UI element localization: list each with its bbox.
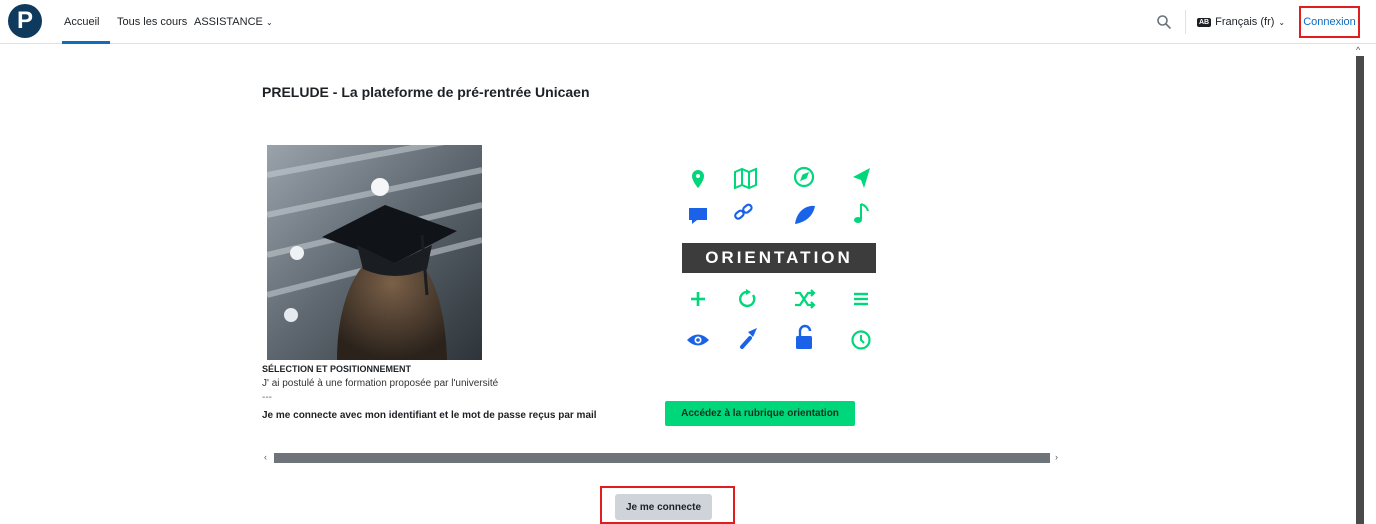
- nav-active-indicator: [62, 41, 110, 44]
- chevron-down-icon: ⌄: [1278, 17, 1286, 27]
- login-link[interactable]: Connexion: [1299, 6, 1360, 38]
- leaf-icon: [795, 205, 815, 224]
- eye-icon: [687, 334, 709, 346]
- plus-icon: [691, 292, 705, 306]
- caption-title: SÉLECTION ET POSITIONNEMENT: [262, 364, 412, 374]
- location-arrow-icon: [853, 168, 870, 188]
- orientation-button[interactable]: Accédez à la rubrique orientation: [665, 401, 855, 426]
- caption-separator: ---: [262, 392, 272, 403]
- flashlight-icon: [740, 328, 757, 349]
- link-icon: [734, 203, 753, 220]
- search-icon[interactable]: [1156, 14, 1172, 30]
- language-icon: AB: [1197, 17, 1212, 27]
- shuffle-icon: [795, 289, 816, 309]
- login-button[interactable]: Je me connecte: [615, 494, 712, 520]
- scroll-right-arrow-icon[interactable]: ›: [1055, 452, 1058, 462]
- scroll-left-arrow-icon[interactable]: ‹: [264, 452, 267, 462]
- scrollbar-thumb[interactable]: [1356, 56, 1364, 524]
- caption-connect-instructions: Je me connecte avec mon identifiant et l…: [262, 410, 597, 421]
- comment-icon: [689, 208, 707, 224]
- refresh-icon: [739, 289, 756, 308]
- nav-assistance-label: ASSISTANCE: [194, 16, 263, 28]
- language-label: Français (fr): [1215, 16, 1275, 28]
- caption-text: J' ai postulé à une formation proposée p…: [262, 378, 499, 389]
- horizontal-scrollbar[interactable]: [274, 453, 1050, 463]
- music-icon: [854, 203, 869, 223]
- nav-tous-les-cours[interactable]: Tous les cours: [117, 16, 187, 28]
- language-selector[interactable]: AB Français (fr) ⌄: [1197, 16, 1285, 28]
- unlock-icon: [796, 324, 812, 349]
- top-navbar: P Accueil Tous les cours ASSISTANCE ⌄ AB…: [0, 0, 1376, 44]
- bars-icon: [854, 292, 868, 306]
- compass-icon: [793, 166, 815, 188]
- chevron-down-icon: ⌄: [265, 18, 273, 27]
- map-marker-icon: [692, 170, 704, 188]
- page-title: PRELUDE - La plateforme de pré-rentrée U…: [262, 84, 590, 100]
- nav-accueil[interactable]: Accueil: [64, 16, 99, 28]
- navbar-divider: [1185, 10, 1186, 34]
- graduation-photo: [267, 145, 482, 360]
- orientation-banner: ORIENTATION: [682, 243, 876, 273]
- scroll-up-arrow-icon[interactable]: ^: [1356, 45, 1360, 55]
- clock-icon: [851, 330, 871, 350]
- nav-assistance[interactable]: ASSISTANCE ⌄: [194, 16, 273, 28]
- site-logo[interactable]: P: [8, 4, 42, 38]
- logo-letter: P: [16, 7, 33, 34]
- map-icon: [734, 167, 757, 190]
